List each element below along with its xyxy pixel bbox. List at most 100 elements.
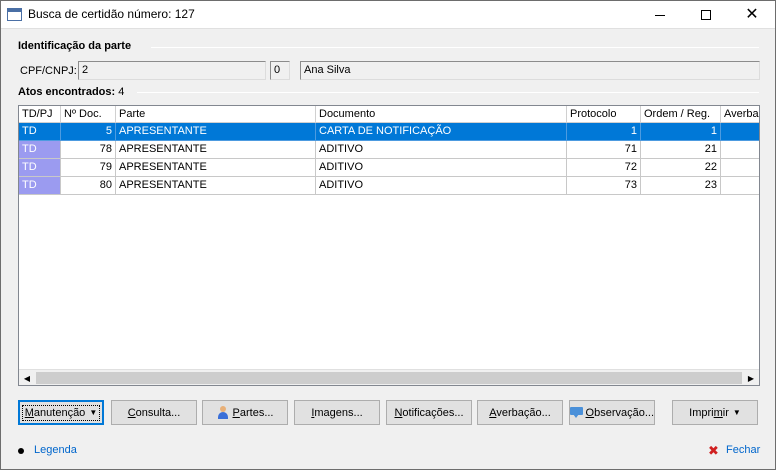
column-header-tdpj[interactable]: TD/PJ [19, 106, 61, 123]
cell-parte: APRESENTANTE [116, 159, 316, 177]
imprimir-accel: m [713, 406, 723, 419]
close-window-button[interactable]: ✕ [729, 1, 775, 29]
maximize-icon [701, 10, 711, 20]
consulta-button[interactable]: Consulta... [111, 400, 197, 425]
observacao-label: Observação... [586, 407, 654, 419]
legenda-link[interactable]: Legenda [34, 444, 77, 456]
table-row[interactable]: TD 79 APRESENTANTE ADITIVO 72 22 [19, 159, 759, 177]
person-icon [217, 406, 229, 419]
cell-ordem-reg: 21 [641, 141, 721, 159]
cell-documento: ADITIVO [316, 141, 567, 159]
acts-found-count: 4 [118, 86, 125, 98]
scroll-thumb[interactable] [36, 372, 742, 384]
fechar-link[interactable]: Fechar [726, 444, 760, 456]
imprimir-button[interactable]: Imprimir ▼ [672, 400, 758, 425]
observacao-button[interactable]: Observação... [569, 400, 655, 425]
acts-divider [137, 92, 759, 93]
cell-parte: APRESENTANTE [116, 141, 316, 159]
observacao-rest: bservação... [594, 406, 654, 419]
cell-ordem-reg: 22 [641, 159, 721, 177]
party-name-field[interactable]: Ana Silva [300, 61, 760, 80]
averbacao-rest: verbação... [496, 406, 551, 419]
manutencao-button[interactable]: Manutenção ▼ [18, 400, 104, 425]
grid-header: TD/PJ Nº Doc. Parte Documento Protocolo … [19, 106, 759, 123]
cell-parte: APRESENTANTE [116, 123, 316, 141]
manutencao-accel: M [24, 406, 34, 419]
imprimir-pre: Impri [689, 406, 714, 419]
chevron-down-icon: ▼ [732, 408, 741, 417]
consulta-label: Consulta... [128, 407, 181, 419]
manutencao-rest: anutenção [33, 406, 86, 419]
minimize-icon [655, 14, 665, 16]
cell-doc-number: 79 [61, 159, 116, 177]
column-header-averbacao[interactable]: Averbaç [721, 106, 759, 123]
notificacoes-rest: otificações... [402, 406, 464, 419]
chevron-down-icon: ▼ [89, 408, 98, 417]
title-bar: Busca de certidão número: 127 ✕ [1, 1, 775, 29]
bullet-icon [18, 448, 24, 454]
cell-ordem-reg: 23 [641, 177, 721, 195]
cell-tdpj: TD [19, 123, 61, 141]
identification-divider [151, 47, 759, 48]
cell-averbacao [721, 159, 759, 177]
cell-doc-number: 80 [61, 177, 116, 195]
table-row[interactable]: TD 80 APRESENTANTE ADITIVO 73 23 [19, 177, 759, 195]
cell-averbacao [721, 177, 759, 195]
acts-found-text: Atos encontrados: [18, 86, 116, 98]
scroll-right-button[interactable]: ▶ [743, 370, 759, 385]
notificacoes-label: Notificações... [394, 407, 463, 419]
cell-doc-number: 78 [61, 141, 116, 159]
imagens-label: Imagens... [311, 407, 362, 419]
column-header-parte[interactable]: Parte [116, 106, 316, 123]
horizontal-scrollbar[interactable]: ◀ ▶ [19, 369, 759, 385]
close-icon[interactable]: ✖ [708, 444, 719, 457]
party-code-field[interactable]: 0 [270, 61, 290, 80]
cell-documento: ADITIVO [316, 159, 567, 177]
scroll-left-button[interactable]: ◀ [19, 370, 35, 385]
cpf-cnpj-field[interactable]: 2 [78, 61, 266, 80]
acts-grid[interactable]: TD/PJ Nº Doc. Parte Documento Protocolo … [18, 105, 760, 386]
column-header-doc-number[interactable]: Nº Doc. [61, 106, 116, 123]
table-row[interactable]: TD 78 APRESENTANTE ADITIVO 71 21 [19, 141, 759, 159]
cell-protocolo: 1 [567, 123, 641, 141]
imprimir-label: Imprimir [689, 407, 729, 419]
observacao-accel: O [585, 406, 595, 419]
cell-parte: APRESENTANTE [116, 177, 316, 195]
close-icon: ✕ [745, 6, 759, 23]
cell-tdpj: TD [19, 177, 61, 195]
app-window-icon [7, 8, 22, 21]
consulta-rest: onsulta... [135, 406, 181, 419]
column-header-ordem-reg[interactable]: Ordem / Reg. [641, 106, 721, 123]
acts-found-label: Atos encontrados: 4 [18, 86, 124, 98]
cell-protocolo: 73 [567, 177, 641, 195]
cell-tdpj: TD [19, 159, 61, 177]
notificacoes-button[interactable]: Notificações... [386, 400, 472, 425]
cell-tdpj: TD [19, 141, 61, 159]
cell-averbacao [721, 123, 759, 141]
partes-rest: artes... [239, 406, 274, 419]
cell-doc-number: 5 [61, 123, 116, 141]
column-header-protocolo[interactable]: Protocolo [567, 106, 641, 123]
imagens-rest: magens... [314, 406, 363, 419]
certidao-search-window: Busca de certidão número: 127 ✕ Identifi… [0, 0, 776, 470]
scroll-right-icon: ▶ [747, 373, 755, 383]
minimize-button[interactable] [637, 1, 683, 29]
cell-documento: CARTA DE NOTIFICAÇÃO [316, 123, 567, 141]
averbacao-button[interactable]: Averbação... [477, 400, 563, 425]
table-row[interactable]: TD 5 APRESENTANTE CARTA DE NOTIFICAÇÃO 1… [19, 123, 759, 141]
imprimir-rest: ir [722, 406, 729, 419]
partes-label: Partes... [233, 407, 274, 419]
consulta-accel: C [127, 406, 136, 419]
cell-ordem-reg: 1 [641, 123, 721, 141]
cell-documento: ADITIVO [316, 177, 567, 195]
maximize-button[interactable] [683, 1, 729, 29]
manutencao-label: Manutenção [25, 407, 86, 419]
partes-button[interactable]: Partes... [202, 400, 288, 425]
identification-group-label: Identificação da parte [18, 40, 132, 52]
cell-averbacao [721, 141, 759, 159]
grid-body: TD 5 APRESENTANTE CARTA DE NOTIFICAÇÃO 1… [19, 123, 759, 195]
imagens-button[interactable]: Imagens... [294, 400, 380, 425]
window-title: Busca de certidão número: 127 [28, 7, 195, 21]
scroll-left-icon: ◀ [23, 373, 31, 383]
column-header-documento[interactable]: Documento [316, 106, 567, 123]
